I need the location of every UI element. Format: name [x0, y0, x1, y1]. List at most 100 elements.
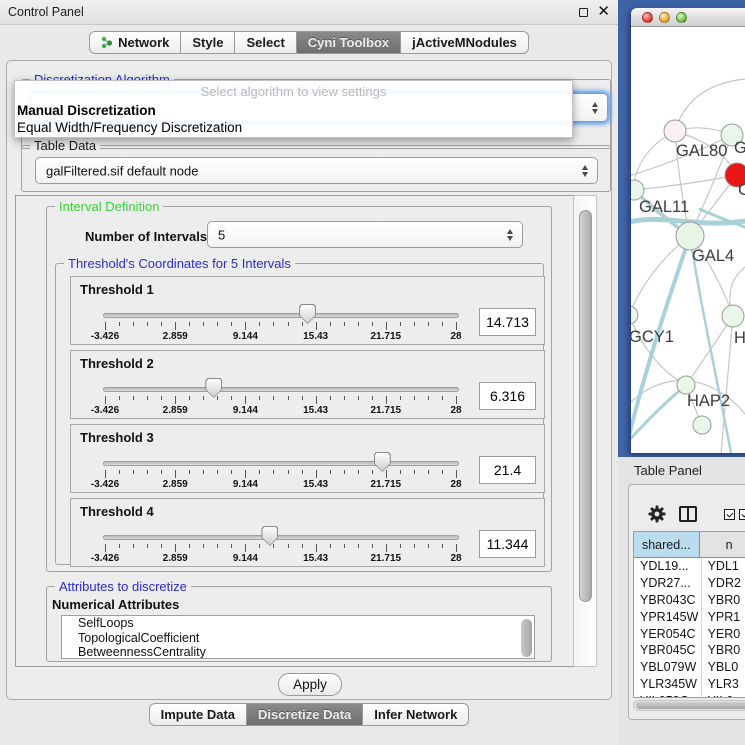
table-horizontal-scrollbar[interactable]	[633, 700, 745, 711]
number-of-intervals-label: Number of Intervals	[85, 229, 207, 244]
tab-network[interactable]: Network	[89, 31, 181, 54]
cell-shared-name[interactable]: YDR27...	[634, 575, 702, 592]
slider-thumb[interactable]	[261, 526, 278, 546]
table-row[interactable]: YDR27...YDR2	[634, 575, 745, 592]
table-row[interactable]: YIL052CYIL0	[634, 692, 745, 698]
network-node[interactable]	[664, 120, 686, 142]
node-label: GCY1	[631, 328, 674, 346]
table-row[interactable]: YBR043CYBR0	[634, 592, 745, 609]
close-icon[interactable]: ✕	[597, 2, 610, 20]
column-header-name[interactable]: n	[700, 532, 745, 557]
tab-label: jActiveMNodules	[412, 32, 517, 53]
network-edge[interactable]	[631, 236, 690, 315]
slider-ticks	[105, 322, 456, 331]
control-panel-titlebar: Control Panel ✕	[0, 0, 618, 25]
tab-select[interactable]: Select	[235, 31, 296, 54]
number-of-intervals-combo[interactable]: 5	[207, 221, 523, 248]
cell-name[interactable]: YER0	[702, 625, 745, 642]
bottom-tab-impute-data[interactable]: Impute Data	[149, 703, 247, 726]
table-row[interactable]: YBL079WYBL0	[634, 659, 745, 676]
slider-thumb[interactable]	[299, 304, 316, 324]
network-node[interactable]	[631, 306, 638, 324]
network-node[interactable]	[676, 222, 704, 250]
split-view-icon[interactable]	[679, 506, 697, 522]
float-icon[interactable]	[579, 8, 588, 17]
tab-jactivemnodules[interactable]: jActiveMNodules	[401, 31, 529, 54]
node-label: H	[734, 329, 745, 347]
checkbox-icon[interactable]	[739, 509, 745, 520]
threshold-value-field[interactable]: 14.713	[479, 308, 536, 336]
slider-thumb[interactable]	[374, 452, 391, 472]
cell-name[interactable]: YBR0	[702, 592, 745, 609]
threshold-value-field[interactable]: 6.316	[479, 382, 536, 410]
bottom-tab-discretize-data[interactable]: Discretize Data	[247, 703, 363, 726]
network-icon	[101, 36, 113, 49]
tab-cyni-toolbox[interactable]: Cyni Toolbox	[297, 31, 401, 54]
cell-name[interactable]: YBL0	[702, 659, 745, 676]
checkbox-icon[interactable]	[724, 509, 735, 520]
cell-shared-name[interactable]: YBL079W	[634, 659, 702, 676]
list-scrollbar[interactable]	[521, 619, 532, 657]
threshold-value-field[interactable]: 11.344	[479, 530, 536, 558]
slider-thumb[interactable]	[205, 378, 222, 398]
cell-shared-name[interactable]: YBR045C	[634, 642, 702, 659]
bottom-tab-infer-network[interactable]: Infer Network	[363, 703, 469, 726]
slider-tick-labels: -3.4262.8599.14415.4321.71528	[105, 405, 456, 416]
table-panel-title: Table Panel	[634, 463, 702, 478]
attribute-item[interactable]: BetweennessCentrality	[62, 645, 534, 659]
panel-scrollbar[interactable]	[573, 195, 597, 667]
node-label: GAL4	[692, 247, 734, 265]
cell-name[interactable]: YDL1	[702, 558, 745, 575]
gear-icon[interactable]	[648, 505, 666, 528]
table-row[interactable]: YLR345WYLR3	[634, 676, 745, 693]
slider-track[interactable]	[103, 387, 459, 392]
panel-scrollbar-thumb[interactable]	[579, 210, 592, 602]
table-row[interactable]: YDL19...YDL1	[634, 558, 745, 575]
algorithm-option-1[interactable]: Equal Width/Frequency Discretization	[15, 119, 572, 136]
column-header-shared-name[interactable]: shared...	[634, 532, 700, 557]
table-row[interactable]: YER054CYER0	[634, 625, 745, 642]
minimize-light-icon[interactable]	[659, 12, 670, 23]
threshold-box-4: Threshold 4-3.4262.8599.14415.4321.71528…	[70, 498, 545, 567]
cell-name[interactable]: YPR1	[702, 608, 745, 625]
numerical-attributes-label: Numerical Attributes	[52, 597, 179, 612]
slider-track[interactable]	[103, 461, 459, 466]
attribute-item[interactable]: TopologicalCoefficient	[62, 631, 534, 646]
network-node[interactable]	[693, 416, 711, 434]
cell-name[interactable]: YLR3	[702, 676, 745, 693]
network-node[interactable]	[722, 305, 744, 327]
apply-button[interactable]: Apply	[278, 673, 342, 696]
algorithm-option-0[interactable]: Manual Discretization	[15, 102, 572, 119]
network-edge[interactable]	[686, 316, 733, 385]
attribute-item[interactable]: SelfLoops	[62, 616, 534, 631]
zoom-light-icon[interactable]	[676, 12, 687, 23]
cell-name[interactable]: YDR2	[702, 575, 745, 592]
table-hscrollbar-thumb[interactable]	[636, 702, 745, 709]
table-row[interactable]: YBR045CYBR0	[634, 642, 745, 659]
cell-name[interactable]: YBR0	[702, 642, 745, 659]
cell-shared-name[interactable]: YER054C	[634, 625, 702, 642]
cell-shared-name[interactable]: YPR145W	[634, 608, 702, 625]
cell-shared-name[interactable]: YDL19...	[634, 558, 702, 575]
table-data-combo[interactable]: galFiltered.sif default node	[35, 157, 598, 184]
cyni-toolbox-panel: Discretization Algorithm Table Data galF…	[6, 60, 612, 700]
network-edge[interactable]	[634, 175, 737, 190]
algorithm-dropdown-popup: Select algorithm to view settings Manual…	[14, 80, 573, 138]
close-light-icon[interactable]	[642, 12, 653, 23]
network-canvas[interactable]: GAL80GACGAL11GAL4GCY1HHAP2	[631, 27, 745, 453]
threshold-label: Threshold 2	[80, 356, 154, 371]
cell-name[interactable]: YIL0	[702, 692, 745, 698]
slider-track[interactable]	[103, 535, 459, 540]
threshold-box-1: Threshold 1-3.4262.8599.14415.4321.71528…	[70, 276, 545, 345]
numerical-attributes-list[interactable]: SelfLoopsTopologicalCoefficientBetweenne…	[61, 615, 535, 659]
cell-shared-name[interactable]: YIL052C	[634, 692, 702, 698]
slider-track[interactable]	[103, 313, 459, 318]
table-row[interactable]: YPR145WYPR1	[634, 608, 745, 625]
tab-style[interactable]: Style	[181, 31, 235, 54]
network-edge[interactable]	[675, 79, 745, 131]
cell-shared-name[interactable]: YBR043C	[634, 592, 702, 609]
cell-shared-name[interactable]: YLR345W	[634, 676, 702, 693]
node-label: GA	[734, 139, 745, 157]
node-table: shared... n YDL19...YDL1YDR27...YDR2YBR0…	[633, 531, 745, 698]
threshold-value-field[interactable]: 21.4	[479, 456, 536, 484]
